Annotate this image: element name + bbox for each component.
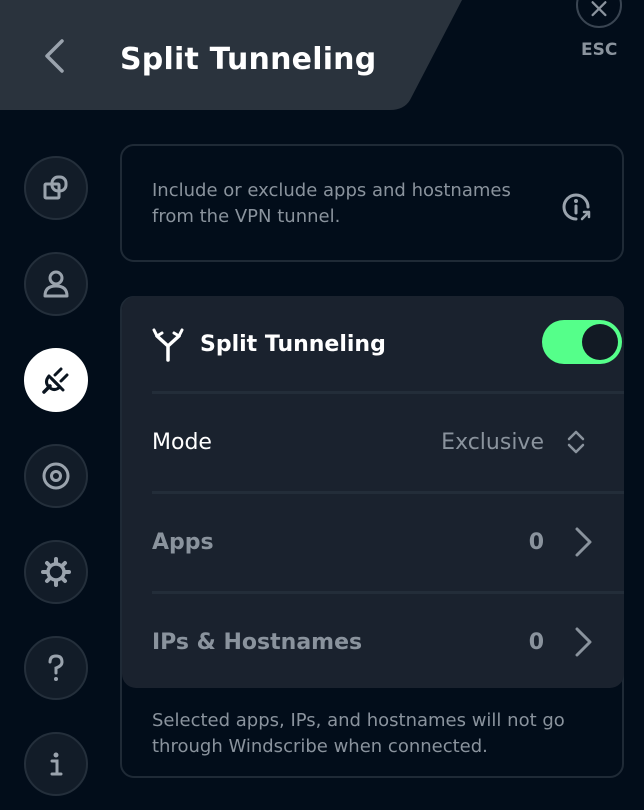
split-tunneling-card: Split Tunneling Mode Exclusive Apps 0 IP…	[122, 296, 624, 688]
close-icon	[591, 1, 607, 17]
info-icon	[50, 752, 63, 776]
split-arrows-icon	[152, 328, 184, 362]
chevron-right-icon[interactable]	[572, 526, 594, 558]
apps-row[interactable]: Apps 0	[152, 494, 594, 590]
split-tunneling-title: Split Tunneling	[200, 332, 386, 357]
split-tunneling-header-row: Split Tunneling	[152, 296, 622, 392]
apps-label: Apps	[152, 530, 214, 555]
toggle-knob	[582, 324, 618, 360]
description-text: Include or exclude apps and hostnames fr…	[152, 180, 511, 227]
footer-note: Selected apps, IPs, and hostnames will n…	[152, 710, 565, 757]
gear-icon	[41, 557, 71, 587]
sidebar-item-account[interactable]	[24, 252, 88, 316]
back-button[interactable]	[30, 32, 78, 80]
info-external-icon[interactable]	[558, 189, 594, 225]
sidebar-item-connection-settings[interactable]	[24, 348, 88, 412]
mode-label: Mode	[152, 430, 212, 455]
chevron-left-icon	[45, 39, 64, 73]
chevron-right-icon[interactable]	[572, 626, 594, 658]
description-box: Include or exclude apps and hostnames fr…	[120, 144, 624, 262]
question-icon	[48, 654, 64, 681]
apps-count: 0	[528, 530, 544, 555]
plug-icon	[42, 367, 69, 394]
sidebar-item-help[interactable]	[24, 636, 88, 700]
robert-icon	[42, 462, 70, 490]
sidebar-item-connection[interactable]	[24, 156, 88, 220]
mode-value[interactable]: Exclusive	[441, 430, 544, 455]
hostnames-count: 0	[528, 630, 544, 655]
hostnames-label: IPs & Hostnames	[152, 630, 363, 655]
split-tunneling-toggle[interactable]	[542, 320, 622, 364]
user-icon	[43, 270, 69, 298]
close-button[interactable]	[576, 0, 622, 28]
page-title: Split Tunneling	[120, 42, 377, 77]
sidebar-item-about[interactable]	[24, 732, 88, 796]
hostnames-row[interactable]: IPs & Hostnames 0	[152, 594, 594, 688]
updown-chevron-icon[interactable]	[566, 428, 586, 456]
sidebar-item-general[interactable]	[24, 540, 88, 604]
sidebar-item-robert[interactable]	[24, 444, 88, 508]
mode-row[interactable]: Mode Exclusive	[152, 394, 594, 490]
esc-label: ESC	[581, 40, 618, 60]
windows-stack-icon	[43, 175, 68, 200]
